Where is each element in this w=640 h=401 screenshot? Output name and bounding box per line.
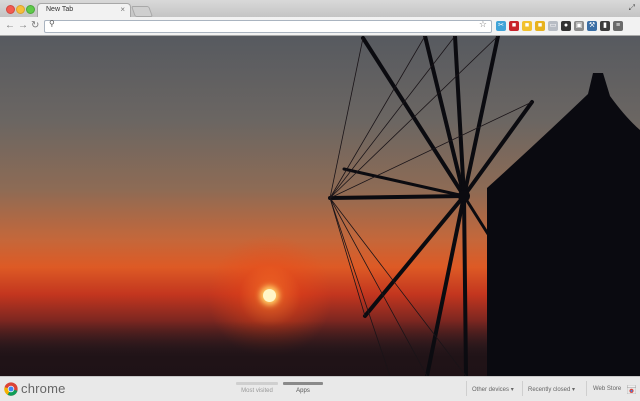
chrome-logo-icon — [4, 382, 18, 396]
tab-apps-label: Apps — [296, 388, 310, 394]
divider — [522, 381, 523, 396]
chevron-down-icon: ▾ — [510, 387, 514, 393]
tab-apps[interactable]: Apps — [283, 382, 323, 394]
tab-apps-bar — [283, 382, 323, 385]
chevron-down-icon: ▾ — [572, 387, 576, 393]
divider — [466, 381, 467, 396]
tab-most-visited-bar — [236, 382, 278, 385]
new-tab-button[interactable] — [130, 6, 154, 17]
web-store-icon[interactable] — [627, 385, 636, 394]
box-extension-icon[interactable]: ▣ — [574, 21, 584, 31]
menu-extension-icon[interactable]: ≡ — [613, 21, 623, 31]
tab-new-tab[interactable]: New Tab × — [37, 3, 131, 18]
back-arrow-icon[interactable]: ← — [5, 19, 15, 33]
gray-chat-extension-icon[interactable]: ▭ — [548, 21, 558, 31]
search-icon: ⚲ — [49, 19, 55, 28]
yellow-note-2-extension-icon[interactable]: ■ — [535, 21, 545, 31]
wrench-extension-icon[interactable]: ⚒ — [587, 21, 597, 31]
ntp-footer: chrome Most visited Apps Other devices ▾… — [0, 376, 640, 401]
tab-title: New Tab — [46, 6, 74, 13]
web-store-link[interactable]: Web Store — [593, 386, 621, 392]
windmill-silhouette — [328, 36, 640, 376]
zoom-window-button[interactable] — [26, 5, 35, 14]
red-square-extension-icon[interactable]: ■ — [509, 21, 519, 31]
tab-most-visited[interactable]: Most visited — [236, 382, 278, 394]
browser-toolbar: ← → ↻ ⚲ ☆ ✂ ■ ■ ■ ▭ ● ▣ ⚒ ▮ ≡ — [0, 17, 640, 36]
tab-most-visited-label: Most visited — [241, 388, 273, 394]
other-devices-label: Other devices — [472, 387, 510, 393]
dark-circle-extension-icon[interactable]: ● — [561, 21, 571, 31]
theme-background — [0, 36, 640, 376]
title-bar: New Tab × ⤢ — [0, 0, 640, 18]
minimize-window-button[interactable] — [16, 5, 25, 14]
recently-closed-menu[interactable]: Recently closed ▾ — [528, 386, 575, 393]
dark-card-extension-icon[interactable]: ▮ — [600, 21, 610, 31]
recently-closed-label: Recently closed — [528, 387, 571, 393]
other-devices-menu[interactable]: Other devices ▾ — [472, 386, 514, 393]
fullscreen-icon[interactable]: ⤢ — [629, 3, 635, 13]
tab-close-icon[interactable]: × — [120, 5, 125, 14]
omnibox[interactable]: ⚲ ☆ — [44, 19, 492, 33]
forward-arrow-icon[interactable]: → — [18, 19, 28, 33]
yellow-note-extension-icon[interactable]: ■ — [522, 21, 532, 31]
chrome-wordmark: chrome — [21, 381, 66, 396]
close-window-button[interactable] — [6, 5, 15, 14]
reload-icon[interactable]: ↻ — [31, 19, 39, 33]
divider — [586, 381, 587, 396]
bookmark-star-icon[interactable]: ☆ — [479, 19, 487, 30]
scissors-extension-icon[interactable]: ✂ — [496, 21, 506, 31]
